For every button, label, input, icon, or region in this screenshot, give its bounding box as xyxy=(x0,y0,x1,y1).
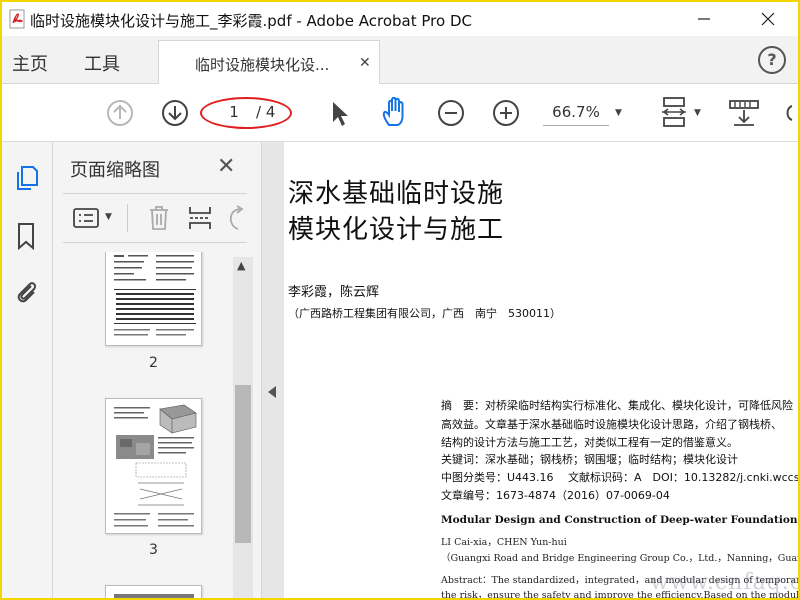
tab-tools[interactable]: 工具 xyxy=(84,50,120,76)
document-title: 深水基础临时设施 模块化设计与施工 xyxy=(288,176,504,248)
tab-document[interactable]: 临时设施模块化设... ✕ xyxy=(158,40,380,85)
acrobat-window: 临时设施模块化设计与施工_李彩霞.pdf - Adobe Acrobat Pro… xyxy=(2,2,798,598)
panel-splitter[interactable] xyxy=(262,142,284,598)
zoom-level-field[interactable]: 66.7% xyxy=(543,103,609,126)
close-window-button[interactable] xyxy=(748,6,788,32)
window-title: 临时设施模块化设计与施工_李彩霞.pdf - Adobe Acrobat Pro… xyxy=(30,12,472,30)
document-affiliation: （广西路桥工程集团有限公司，广西 南宁 530011） xyxy=(288,307,561,320)
thumbnail-label: 3 xyxy=(149,542,158,558)
abstract-line: 摘 要：对桥梁临时结构实行标准化、集成化、模块化设计，可降低风险 xyxy=(441,399,793,412)
collapse-panel-icon[interactable] xyxy=(268,386,276,398)
english-affiliation: （Guangxi Road and Bridge Engineering Gro… xyxy=(441,553,798,564)
thumbnail-label: 2 xyxy=(149,355,158,371)
english-authors: LI Cai-xia，CHEN Yun-hui xyxy=(441,537,567,548)
tab-bar: 主页 工具 临时设施模块化设... ✕ ? xyxy=(2,36,798,85)
tab-home[interactable]: 主页 xyxy=(12,50,48,76)
page-2-preview xyxy=(114,255,196,336)
thumbnail-page-2[interactable] xyxy=(105,252,202,346)
panel-title: 页面缩略图 xyxy=(70,160,160,181)
navigation-rail xyxy=(2,142,53,598)
abstract-line: 高效益。文章基于深水基础临时设施模块化设计思路，介绍了钢栈桥、 xyxy=(441,418,782,431)
minimize-icon xyxy=(698,18,710,20)
fit-page-chevron-icon[interactable]: ▼ xyxy=(694,108,701,118)
help-button[interactable]: ? xyxy=(758,46,786,74)
document-title-line2: 模块化设计与施工 xyxy=(288,215,505,245)
delete-page-icon[interactable] xyxy=(147,205,171,231)
close-tab-icon[interactable]: ✕ xyxy=(359,55,371,71)
thumbnail-scrollbar[interactable]: ▲ xyxy=(233,257,253,598)
zoom-out-icon[interactable] xyxy=(437,99,465,127)
select-cursor-icon[interactable] xyxy=(329,100,351,128)
close-icon xyxy=(761,12,775,26)
rotate-page-icon[interactable] xyxy=(225,205,247,231)
thumbnail-page-4[interactable] xyxy=(105,585,202,598)
scroll-mode-icon[interactable] xyxy=(728,97,760,127)
hand-tool-icon[interactable] xyxy=(380,97,410,129)
scrollbar-thumb[interactable] xyxy=(235,385,251,543)
page-annotation-ellipse xyxy=(200,97,292,129)
close-panel-icon[interactable]: ✕ xyxy=(217,154,235,179)
options-menu-icon[interactable] xyxy=(73,207,99,229)
bookmark-icon[interactable] xyxy=(13,222,39,250)
document-tab-label: 临时设施模块化设... xyxy=(195,56,330,74)
page-4-preview xyxy=(114,594,194,598)
keywords-line: 关键词：深水基础；钢栈桥；钢围堰；临时结构；模块化设计 xyxy=(441,453,738,466)
document-title-line1: 深水基础临时设施 xyxy=(288,179,505,209)
article-number-line: 文章编号：1673-4874（2016）07-0069-04 xyxy=(441,489,670,502)
thumbnails-panel: 页面缩略图 ✕ ▼ 2 3 xyxy=(53,142,262,598)
thumbnail-page-3[interactable] xyxy=(105,398,202,534)
more-tools-icon[interactable] xyxy=(784,104,798,124)
acrobat-app-icon xyxy=(9,9,25,29)
site-watermark: www.cnfaq.com xyxy=(650,570,798,595)
divider xyxy=(127,204,128,232)
previous-page-icon[interactable] xyxy=(106,99,134,127)
page-thumbnails-icon[interactable] xyxy=(13,164,39,192)
panel-toolbar: ▼ xyxy=(63,193,247,243)
attachment-icon[interactable] xyxy=(13,278,39,306)
thumbnail-list: 2 3 xyxy=(53,252,262,598)
minimize-button[interactable] xyxy=(684,6,724,32)
document-page: 深水基础临时设施 模块化设计与施工 李彩霞，陈云辉 （广西路桥工程集团有限公司，… xyxy=(284,142,798,598)
title-bar: 临时设施模块化设计与施工_李彩霞.pdf - Adobe Acrobat Pro… xyxy=(2,2,798,36)
fit-page-icon[interactable] xyxy=(660,96,690,130)
scroll-up-icon[interactable]: ▲ xyxy=(237,259,245,272)
abstract-line: 结构的设计方法与施工工艺，对类似工程有一定的借鉴意义。 xyxy=(441,436,738,449)
zoom-in-icon[interactable] xyxy=(492,99,520,127)
options-chevron-icon[interactable]: ▼ xyxy=(105,212,112,222)
document-authors: 李彩霞，陈云辉 xyxy=(288,285,380,300)
insert-page-icon[interactable] xyxy=(187,205,213,231)
next-page-icon[interactable] xyxy=(161,99,189,127)
english-title: Modular Design and Construction of Deep-… xyxy=(441,514,798,526)
toolbar: 1 / 4 66.7% ▼ ▼ xyxy=(2,84,798,142)
chevron-down-icon[interactable]: ▼ xyxy=(615,108,622,118)
classification-line: 中图分类号：U443.16 文献标识码：A DOI：10.13282/j.cnk… xyxy=(441,471,798,484)
page-3-preview xyxy=(114,404,197,527)
